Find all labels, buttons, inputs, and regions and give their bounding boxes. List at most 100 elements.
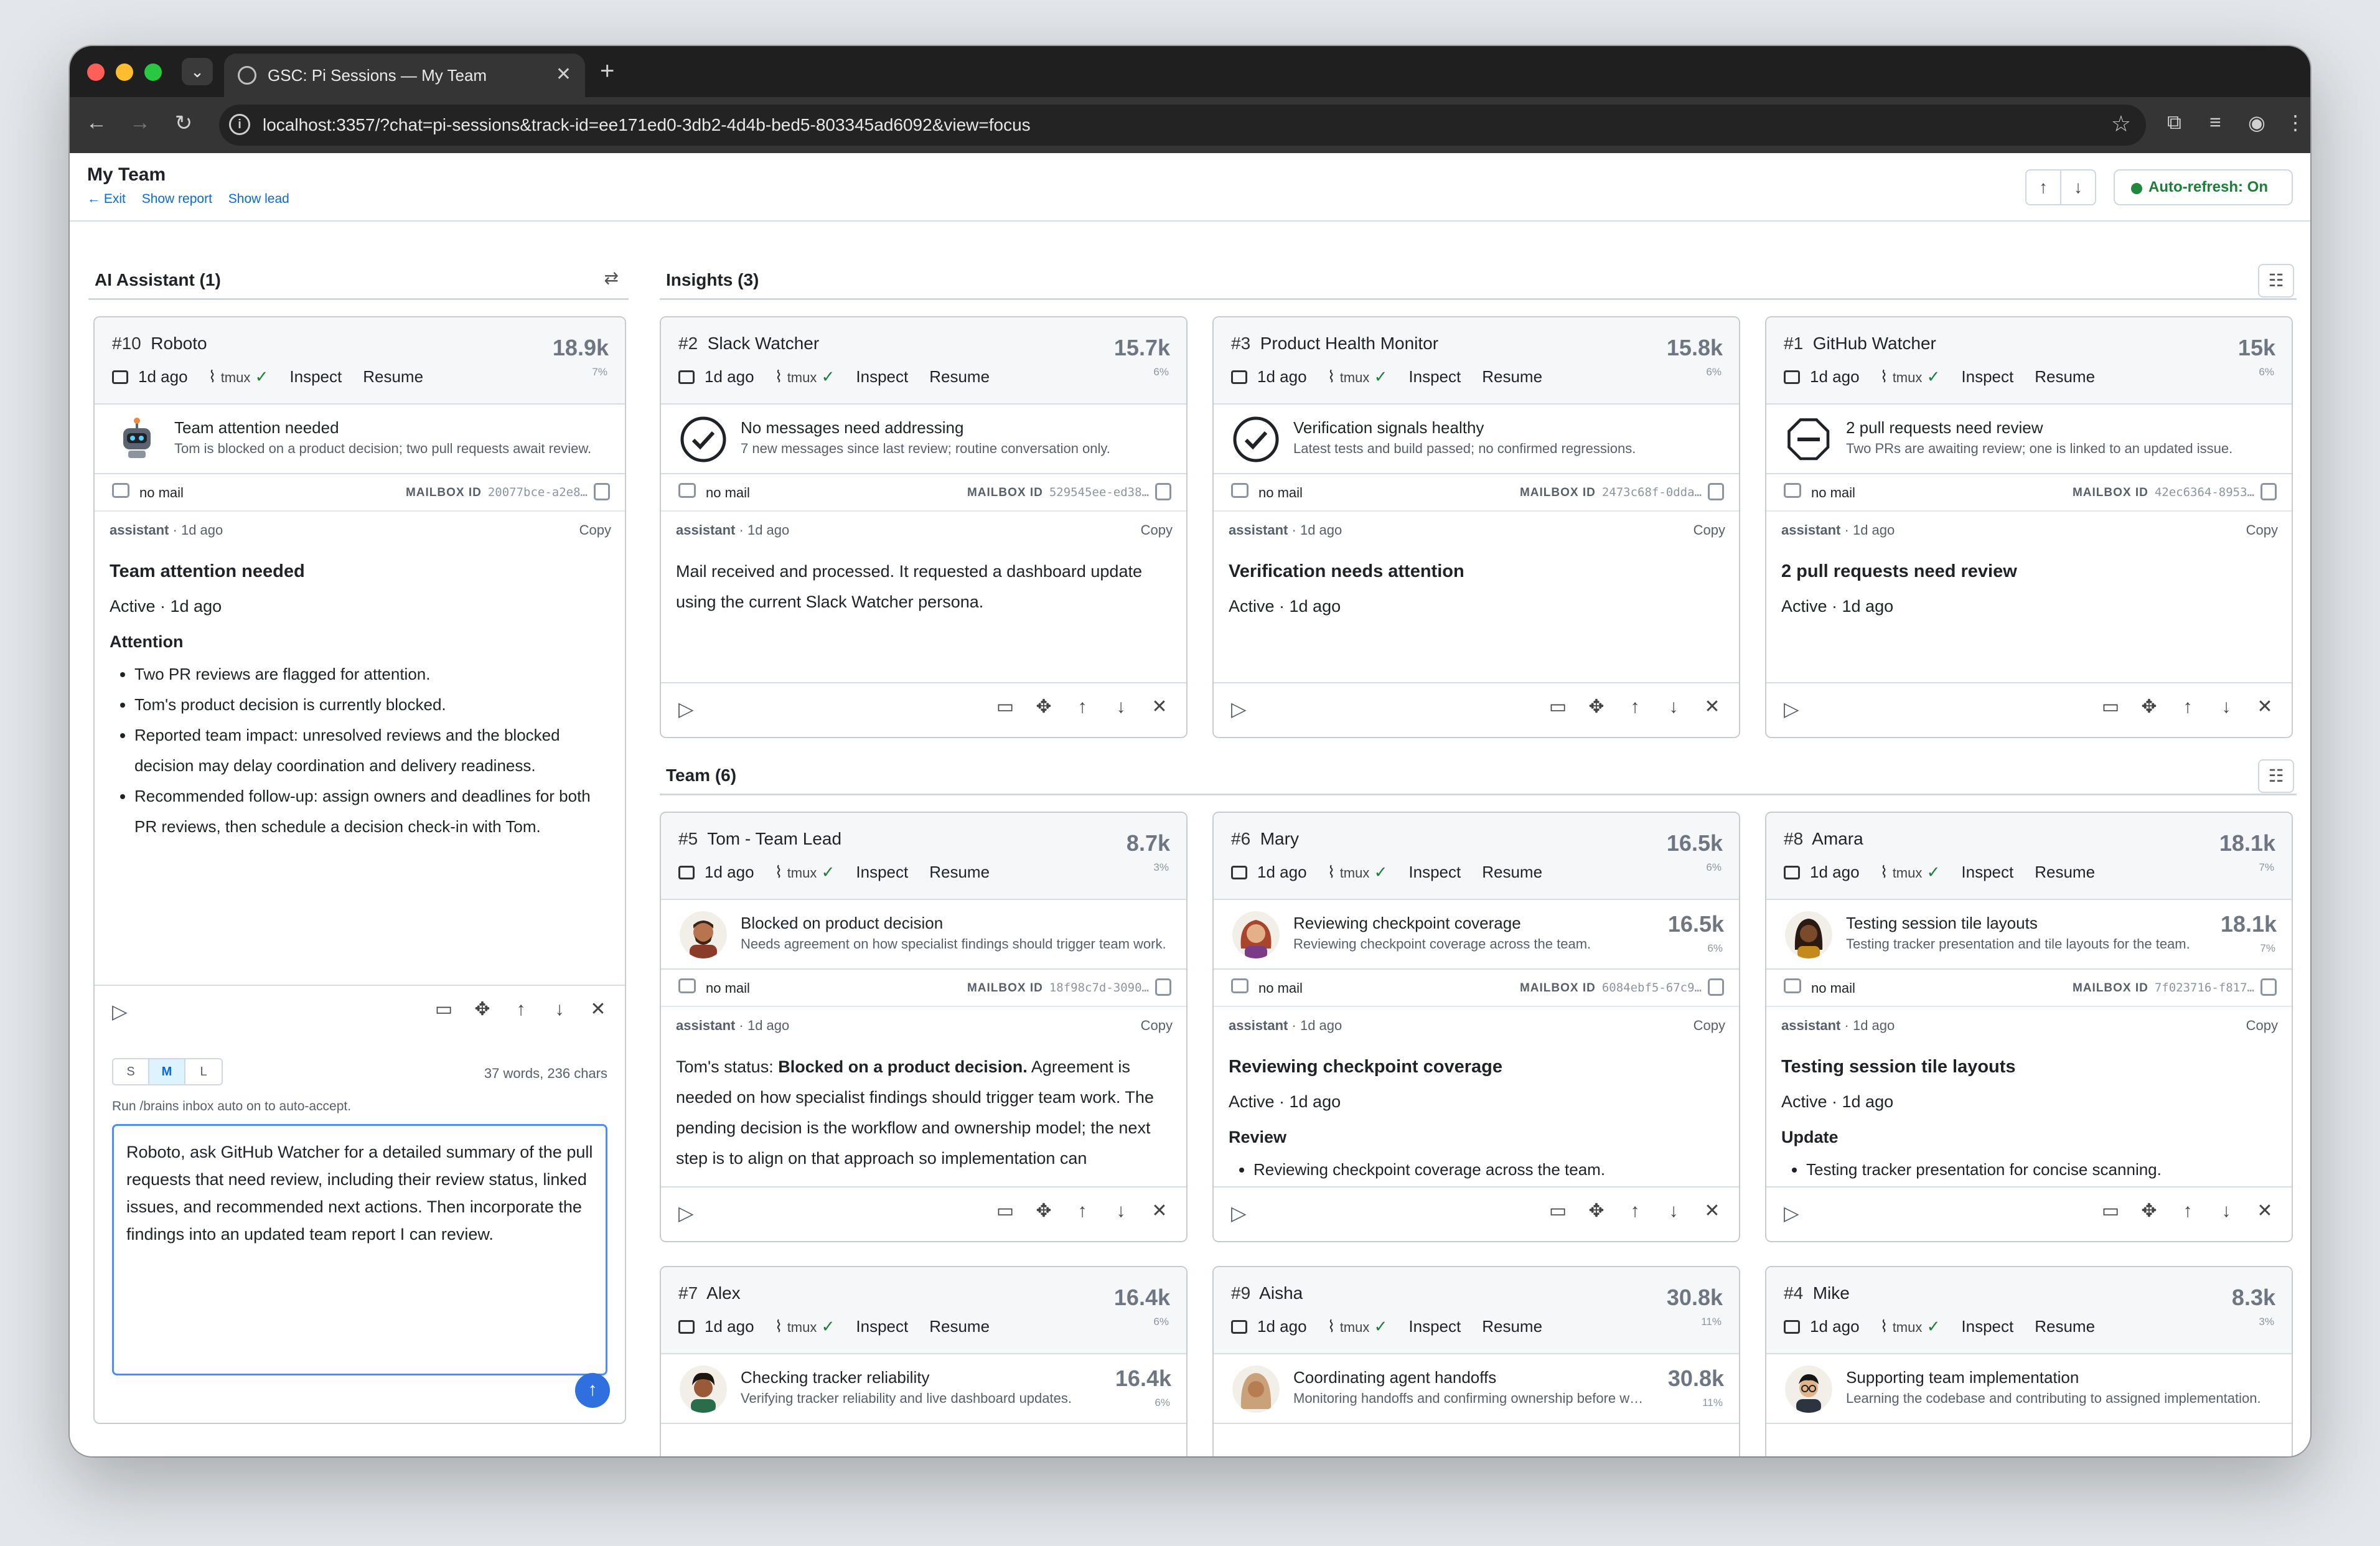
move-icon[interactable]: ✥ bbox=[1582, 696, 1611, 718]
panel-icon[interactable]: ▭ bbox=[429, 998, 458, 1020]
inspect-link[interactable]: Inspect bbox=[1961, 863, 2013, 881]
send-icon[interactable]: ▷ bbox=[1231, 1201, 1247, 1225]
copy-button[interactable]: Copy bbox=[2246, 522, 2278, 538]
copy-icon[interactable] bbox=[1708, 978, 1724, 996]
resume-link[interactable]: Resume bbox=[929, 367, 990, 386]
inspect-link[interactable]: Inspect bbox=[1408, 863, 1461, 881]
resume-link[interactable]: Resume bbox=[929, 1317, 990, 1336]
move-down-icon[interactable]: ↓ bbox=[545, 999, 574, 1020]
copy-icon[interactable] bbox=[2261, 978, 2277, 996]
browser-tab[interactable]: GSC: Pi Sessions — My Team ✕ bbox=[224, 54, 585, 97]
menu-icon[interactable]: ⋮ bbox=[2285, 111, 2305, 134]
url-text[interactable]: localhost:3357/?chat=pi-sessions&track-i… bbox=[263, 115, 1031, 135]
session-card-aisha[interactable]: #9 Aisha 30.8k 11% 1d ago ⌇ tmux ✓ Inspec… bbox=[1212, 1266, 1740, 1456]
filter-settings-icon[interactable]: ☷ bbox=[2258, 759, 2294, 793]
close-icon[interactable]: ✕ bbox=[1145, 696, 1174, 718]
session-card-roboto[interactable]: #10 Roboto 18.9k 7% 1d ago ⌇ tmux ✓ Inspe… bbox=[93, 316, 626, 1424]
resume-link[interactable]: Resume bbox=[1482, 863, 1542, 881]
size-s-button[interactable]: S bbox=[113, 1059, 149, 1084]
copy-button[interactable]: Copy bbox=[1141, 522, 1173, 538]
move-icon[interactable]: ✥ bbox=[1582, 1200, 1611, 1222]
resume-link[interactable]: Resume bbox=[1482, 367, 1542, 386]
inspect-link[interactable]: Inspect bbox=[856, 863, 908, 881]
move-icon[interactable]: ✥ bbox=[468, 998, 497, 1020]
bookmark-star-icon[interactable]: ☆ bbox=[2111, 111, 2131, 137]
copy-button[interactable]: Copy bbox=[2246, 1018, 2278, 1034]
inspect-link[interactable]: Inspect bbox=[289, 367, 342, 386]
copy-button[interactable]: Copy bbox=[579, 522, 611, 538]
copy-button[interactable]: Copy bbox=[1141, 1018, 1173, 1034]
inspect-link[interactable]: Inspect bbox=[856, 1317, 908, 1336]
close-icon[interactable]: ✕ bbox=[584, 998, 612, 1020]
move-icon[interactable]: ✥ bbox=[2135, 696, 2163, 718]
resume-link[interactable]: Resume bbox=[2035, 367, 2095, 386]
close-icon[interactable]: ✕ bbox=[1698, 696, 1726, 718]
send-icon[interactable]: ▷ bbox=[112, 1000, 128, 1023]
next-button[interactable]: ↓ bbox=[2060, 169, 2096, 205]
move-up-icon[interactable]: ↑ bbox=[1621, 1201, 1649, 1222]
move-down-icon[interactable]: ↓ bbox=[2212, 1201, 2241, 1222]
panel-icon[interactable]: ▭ bbox=[991, 1200, 1019, 1222]
inspect-link[interactable]: Inspect bbox=[1408, 367, 1461, 386]
send-icon[interactable]: ▷ bbox=[678, 1201, 694, 1225]
extensions-icon[interactable]: ⧉ bbox=[2167, 111, 2181, 134]
session-card-alex[interactable]: #7 Alex 16.4k 6% 1d ago ⌇ tmux ✓ Inspect R… bbox=[660, 1266, 1188, 1456]
send-icon[interactable]: ▷ bbox=[1231, 697, 1247, 721]
session-card-amara[interactable]: #8 Amara 18.1k 7% 1d ago ⌇ tmux ✓ Inspect… bbox=[1765, 812, 2293, 1242]
close-tab-icon[interactable]: ✕ bbox=[556, 63, 571, 85]
session-card-mary[interactable]: #6 Mary 16.5k 6% 1d ago ⌇ tmux ✓ Inspect R… bbox=[1212, 812, 1740, 1242]
show-lead-link[interactable]: Show lead bbox=[228, 192, 289, 206]
resume-link[interactable]: Resume bbox=[2035, 863, 2095, 881]
panel-icon[interactable]: ▭ bbox=[1544, 1200, 1572, 1222]
panel-icon[interactable]: ▭ bbox=[2096, 1200, 2125, 1222]
reading-list-icon[interactable]: ≡ bbox=[2209, 111, 2221, 134]
close-icon[interactable]: ✕ bbox=[1145, 1200, 1174, 1222]
copy-icon[interactable] bbox=[2261, 483, 2277, 500]
move-up-icon[interactable]: ↑ bbox=[2173, 1201, 2202, 1222]
send-icon[interactable]: ▷ bbox=[1784, 697, 1799, 721]
copy-icon[interactable] bbox=[1708, 483, 1724, 500]
move-up-icon[interactable]: ↑ bbox=[2173, 696, 2202, 718]
send-icon[interactable]: ▷ bbox=[678, 697, 694, 721]
filter-settings-icon[interactable]: ☷ bbox=[2258, 264, 2294, 297]
forward-icon[interactable]: → bbox=[126, 111, 154, 135]
swap-icon[interactable]: ⇄ bbox=[604, 268, 619, 288]
copy-button[interactable]: Copy bbox=[1694, 1018, 1725, 1034]
size-m-button[interactable]: M bbox=[149, 1059, 185, 1084]
panel-icon[interactable]: ▭ bbox=[1544, 696, 1572, 718]
move-down-icon[interactable]: ↓ bbox=[1107, 1201, 1135, 1222]
move-icon[interactable]: ✥ bbox=[2135, 1200, 2163, 1222]
move-down-icon[interactable]: ↓ bbox=[2212, 696, 2241, 718]
tab-search-icon[interactable]: ⌄ bbox=[182, 58, 213, 85]
panel-icon[interactable]: ▭ bbox=[2096, 696, 2125, 718]
inspect-link[interactable]: Inspect bbox=[856, 367, 908, 386]
inspect-link[interactable]: Inspect bbox=[1408, 1317, 1461, 1336]
panel-icon[interactable]: ▭ bbox=[991, 696, 1019, 718]
resume-link[interactable]: Resume bbox=[2035, 1317, 2095, 1336]
send-button[interactable]: ↑ bbox=[575, 1373, 610, 1408]
session-card-tom[interactable]: #5 Tom - Team Lead 8.7k 3% 1d ago ⌇ tmux… bbox=[660, 812, 1188, 1242]
send-icon[interactable]: ▷ bbox=[1784, 1201, 1799, 1225]
close-window-icon[interactable] bbox=[87, 63, 105, 81]
move-up-icon[interactable]: ↑ bbox=[1068, 1201, 1097, 1222]
session-card-mike[interactable]: #4 Mike 8.3k 3% 1d ago ⌇ tmux ✓ Inspect Re… bbox=[1765, 1266, 2293, 1456]
inspect-link[interactable]: Inspect bbox=[1961, 1317, 2013, 1336]
new-tab-icon[interactable]: + bbox=[600, 57, 614, 85]
session-card-slack-watcher[interactable]: #2 Slack Watcher 15.7k 6% 1d ago ⌇ tmux … bbox=[660, 316, 1188, 738]
previous-button[interactable]: ↑ bbox=[2025, 169, 2061, 205]
copy-button[interactable]: Copy bbox=[1694, 522, 1725, 538]
size-l-button[interactable]: L bbox=[185, 1059, 222, 1084]
resume-link[interactable]: Resume bbox=[1482, 1317, 1542, 1336]
auto-refresh-toggle[interactable]: Auto-refresh: On bbox=[2114, 169, 2293, 205]
reload-icon[interactable]: ↻ bbox=[169, 111, 198, 136]
minimize-window-icon[interactable] bbox=[116, 63, 133, 81]
move-down-icon[interactable]: ↓ bbox=[1659, 696, 1688, 718]
address-bar[interactable]: i localhost:3357/?chat=pi-sessions&track… bbox=[219, 105, 2146, 146]
close-icon[interactable]: ✕ bbox=[2251, 696, 2279, 718]
move-up-icon[interactable]: ↑ bbox=[1068, 696, 1097, 718]
message-textarea[interactable]: Roboto, ask GitHub Watcher for a detaile… bbox=[112, 1124, 607, 1375]
copy-icon[interactable] bbox=[594, 483, 610, 500]
move-icon[interactable]: ✥ bbox=[1029, 696, 1058, 718]
session-card-github-watcher[interactable]: #1 GitHub Watcher 15k 6% 1d ago ⌇ tmux ✓… bbox=[1765, 316, 2293, 738]
exit-link[interactable]: ← Exit bbox=[87, 192, 126, 206]
